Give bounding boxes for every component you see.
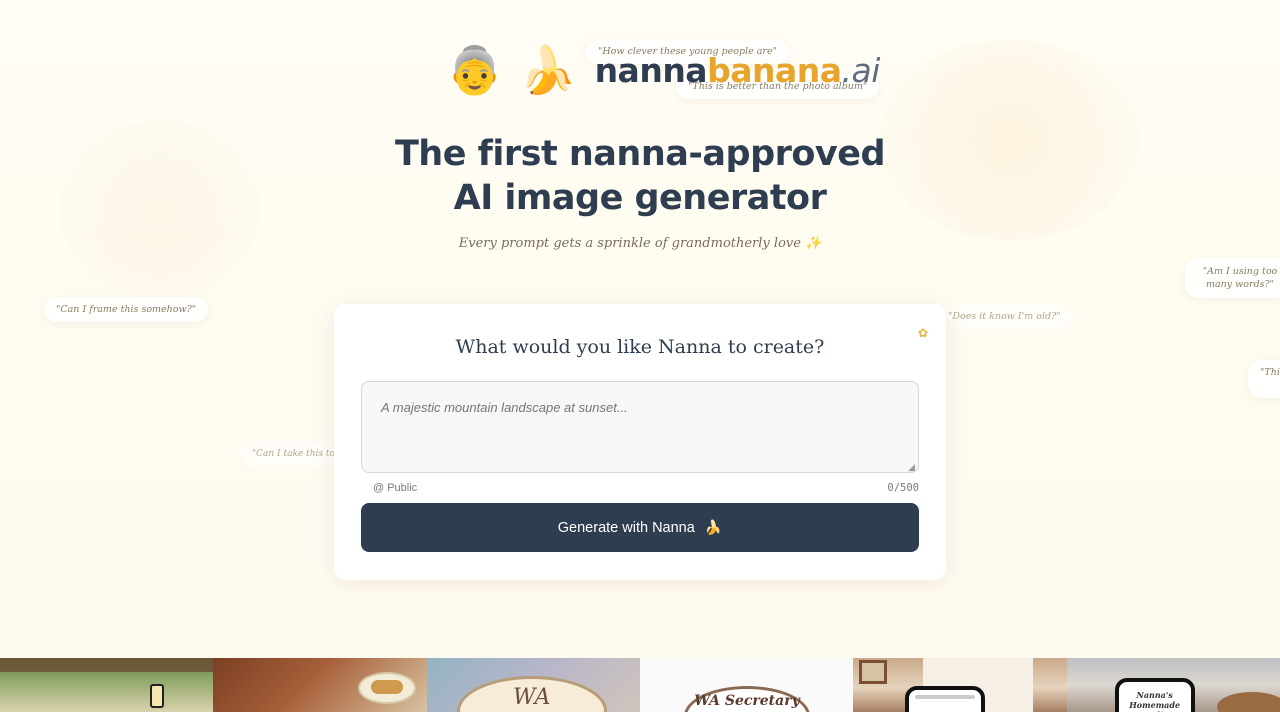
gallery-image-wa-secretary[interactable]: WA Secretary — [639, 658, 854, 712]
hero-title: The first nanna-approved AI image genera… — [0, 132, 1280, 220]
resize-handle-icon[interactable]: ◢ — [908, 462, 915, 473]
visibility-toggle[interactable]: @ Public — [373, 482, 417, 494]
arbor-shape — [0, 658, 213, 672]
floating-quote: "Does it know I'm old?" — [948, 304, 1073, 329]
wa-badge: WA — [456, 676, 607, 712]
site-logo[interactable]: 👵 🍌 nannabanana.ai — [446, 42, 880, 98]
floating-quote: "This — [1248, 360, 1280, 398]
wa-secretary-badge: WA Secretary — [683, 686, 810, 712]
gallery-image-garden[interactable] — [0, 658, 214, 712]
lantern-shape — [150, 684, 164, 708]
card-title: What would you like Nanna to create? — [455, 336, 825, 358]
hero-subtitle: Every prompt gets a sprinkle of grandmot… — [458, 236, 822, 251]
generate-button[interactable]: Generate with Nanna 🍌 — [361, 503, 919, 552]
flower-icon: ✿ — [917, 326, 928, 340]
hero-title-line2: AI image generator — [453, 178, 827, 218]
wordmark: nannabanana.ai — [594, 50, 881, 90]
gallery-image-phone-room[interactable] — [853, 658, 1067, 712]
phone-shape — [905, 686, 986, 712]
floating-quote: "Can I frame this somehow?" — [44, 297, 209, 322]
gallery-image-wa-badge[interactable]: WA — [426, 658, 640, 712]
bread-shape — [371, 680, 404, 694]
wordmark-banana: banana — [707, 50, 842, 90]
phone-bar — [915, 695, 976, 699]
wordmark-ai: .ai — [841, 50, 881, 90]
phone-shape: Nanna's Homemade Goodies — [1114, 678, 1195, 712]
picture-frame-shape — [859, 660, 888, 684]
prompt-input[interactable] — [361, 381, 919, 473]
gallery-image-homemade-goodies[interactable]: Nanna's Homemade Goodies — [1066, 658, 1280, 712]
hero-title-line1: The first nanna-approved — [394, 134, 886, 174]
homemade-goodies-text: Nanna's Homemade Goodies — [1129, 690, 1181, 712]
cake-shape — [1216, 692, 1280, 712]
char-counter: 0/500 — [887, 482, 919, 494]
banana-icon: 🍌 — [704, 519, 723, 535]
grandma-face-icon: 👵 — [446, 44, 504, 96]
prompt-card: What would you like Nanna to create? ✿ ◢… — [334, 304, 946, 580]
gallery-image-leather[interactable] — [213, 658, 427, 712]
floating-quote: "Am I using too many words?" — [1185, 258, 1280, 298]
wordmark-nanna: nanna — [594, 50, 708, 90]
generate-button-label: Generate with Nanna — [557, 519, 695, 536]
banana-icon: 🍌 — [519, 44, 577, 96]
gallery-strip: WA WA Secretary Nanna's Homemade Goodies — [0, 658, 1280, 712]
wa-badge-text: WA — [512, 685, 551, 710]
wa-secretary-text: WA Secretary — [694, 693, 800, 709]
